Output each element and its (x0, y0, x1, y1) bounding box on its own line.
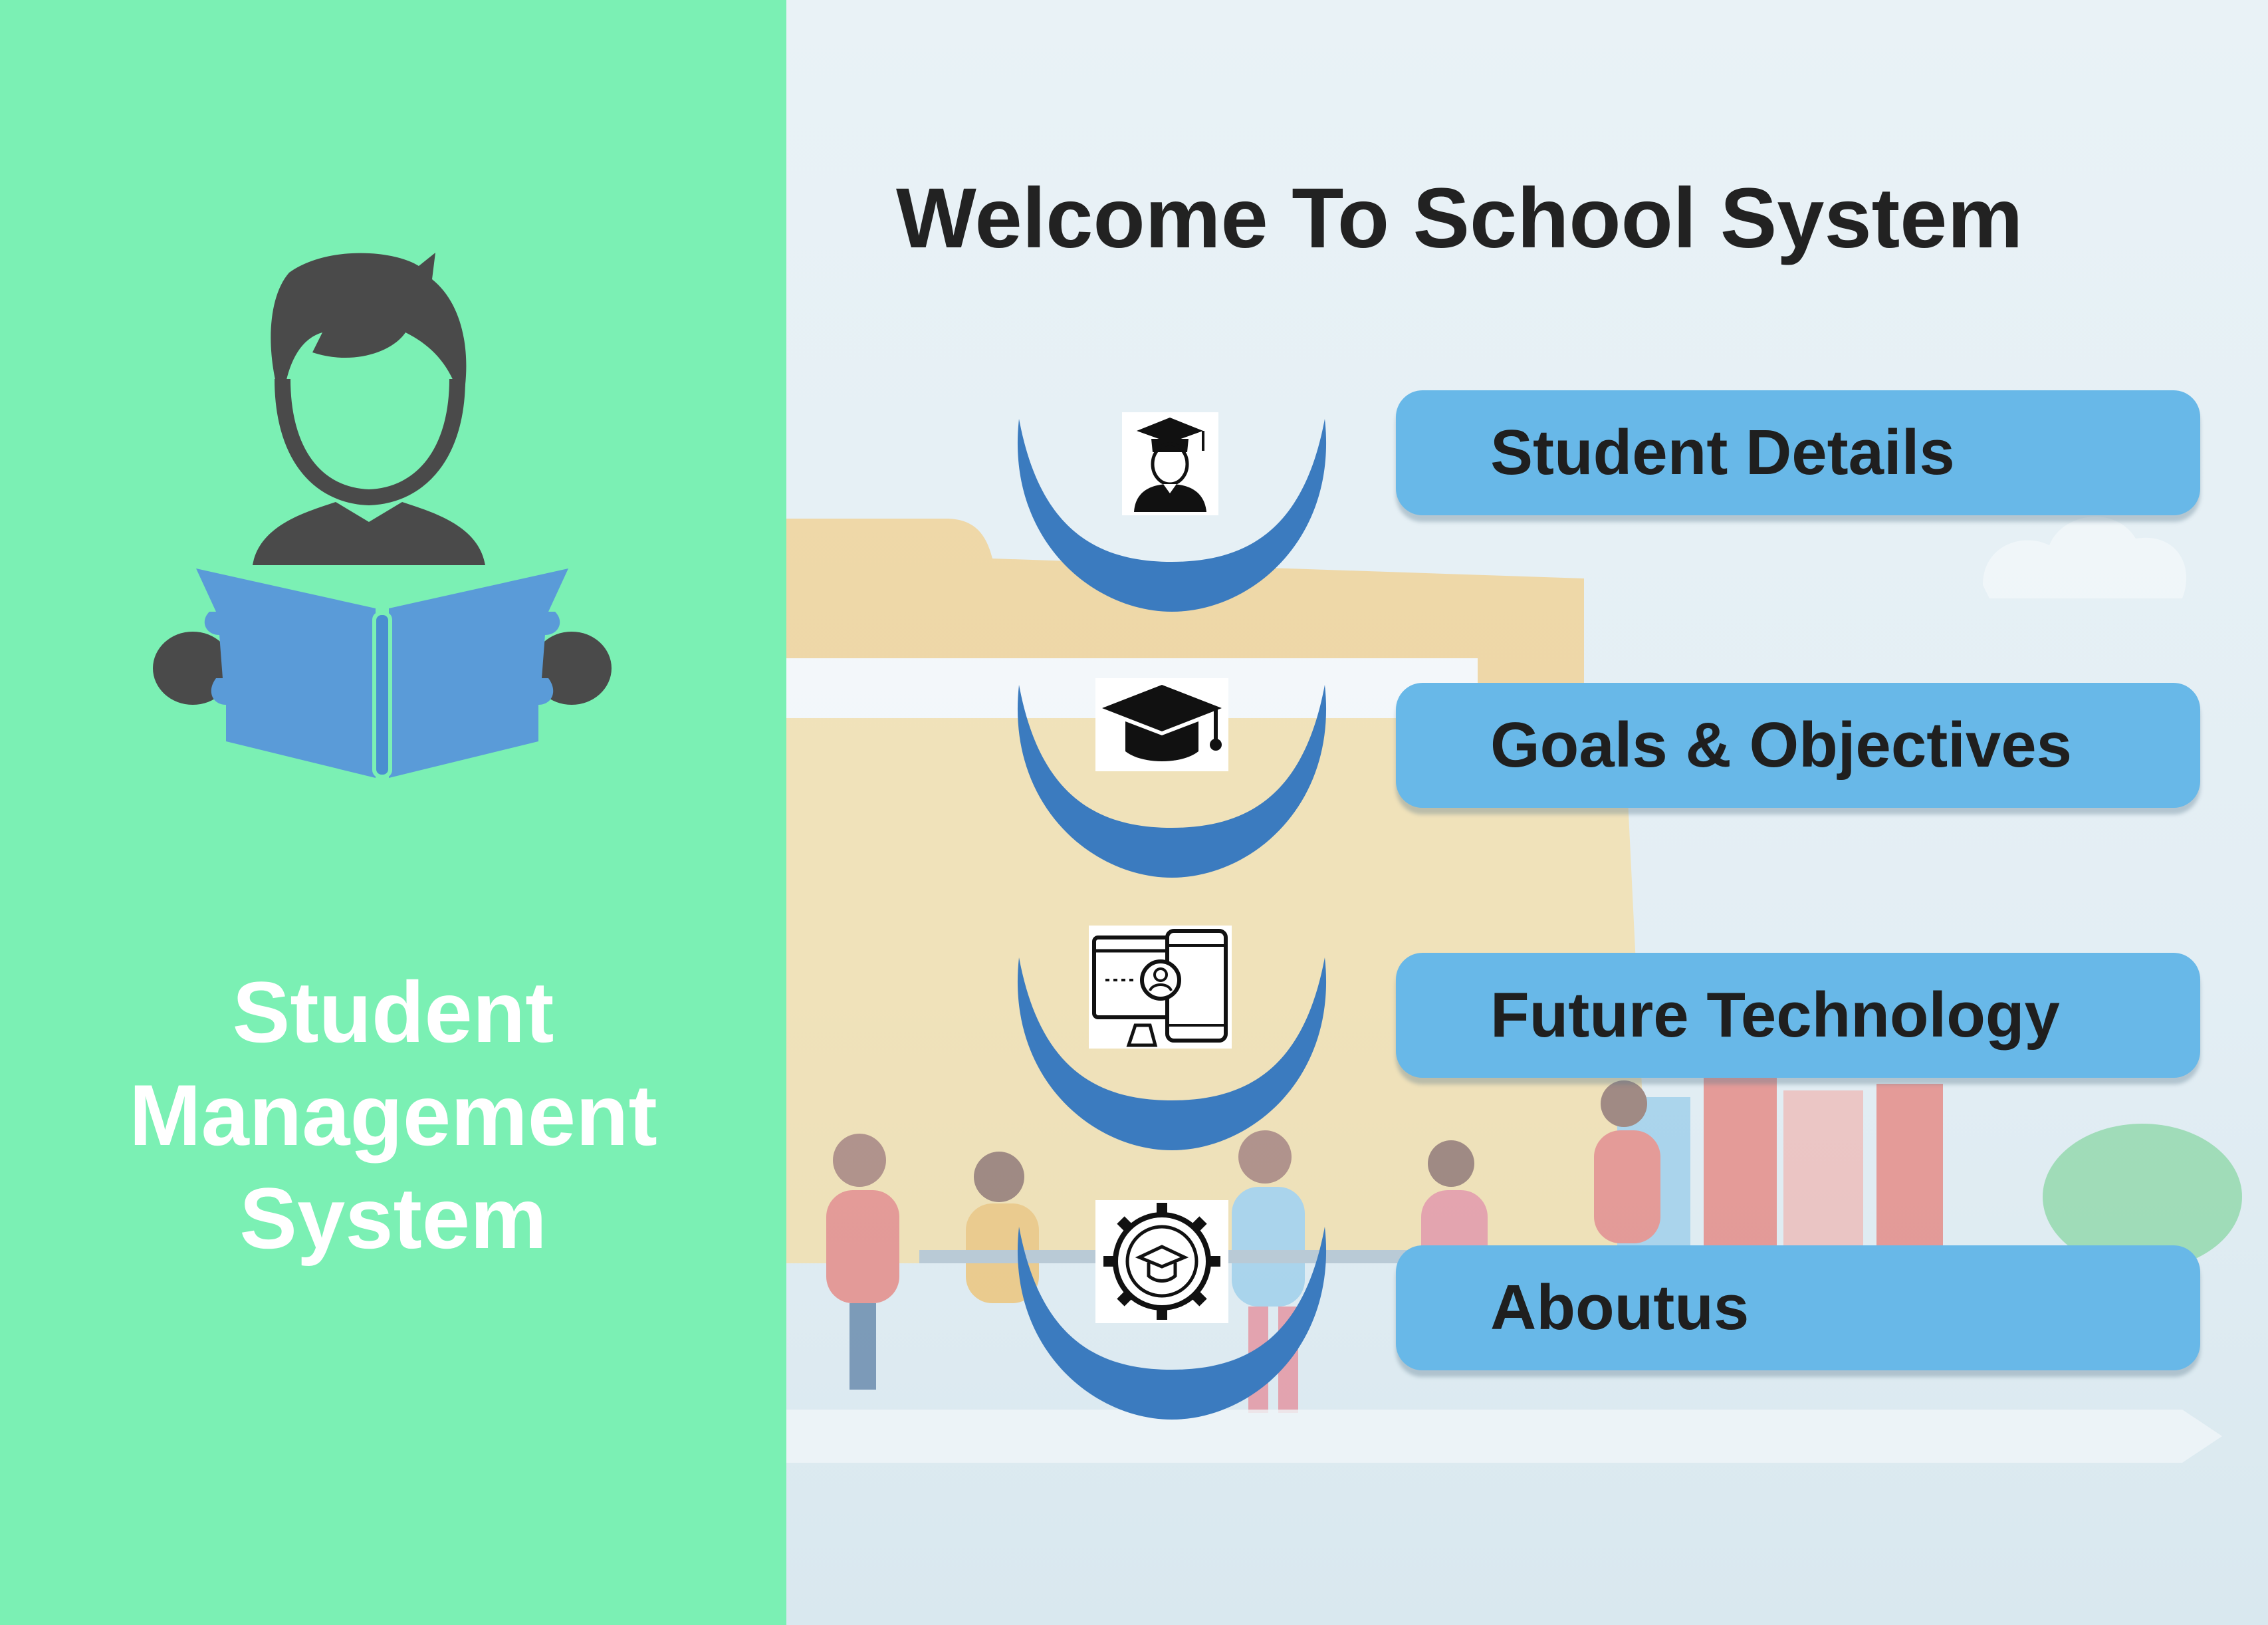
menu-row-goals-objectives: Goals & Objectives (786, 658, 2268, 878)
computer-tablet-user-icon (1089, 926, 1232, 1049)
page-title: Welcome To School System (896, 171, 2023, 266)
menu-row-student-details: Student Details (786, 390, 2268, 612)
future-technology-button[interactable]: Future Technology (1396, 953, 2200, 1078)
aboutus-button[interactable]: Aboutus (1396, 1245, 2200, 1370)
app-name-line: Management (129, 1066, 657, 1164)
student-reading-book-icon (153, 253, 612, 778)
app-window: Student Management System Welcome To Sch… (0, 0, 2268, 1625)
gear-graduation-cap-icon (1095, 1200, 1228, 1323)
menu-row-aboutus: Aboutus (786, 1200, 2268, 1420)
menu-row-future-technology: Future Technology (786, 926, 2268, 1150)
app-name-line: System (239, 1170, 547, 1267)
sidebar: Student Management System (0, 0, 786, 1625)
app-name-line: Student (232, 963, 554, 1061)
app-name-title: Student Management System (60, 961, 727, 1270)
goals-objectives-button[interactable]: Goals & Objectives (1396, 683, 2200, 808)
student-details-button[interactable]: Student Details (1396, 390, 2200, 515)
graduate-person-icon (1122, 412, 1218, 515)
main-content: Welcome To School System Student Details (786, 0, 2268, 1625)
graduation-cap-icon (1095, 678, 1228, 771)
